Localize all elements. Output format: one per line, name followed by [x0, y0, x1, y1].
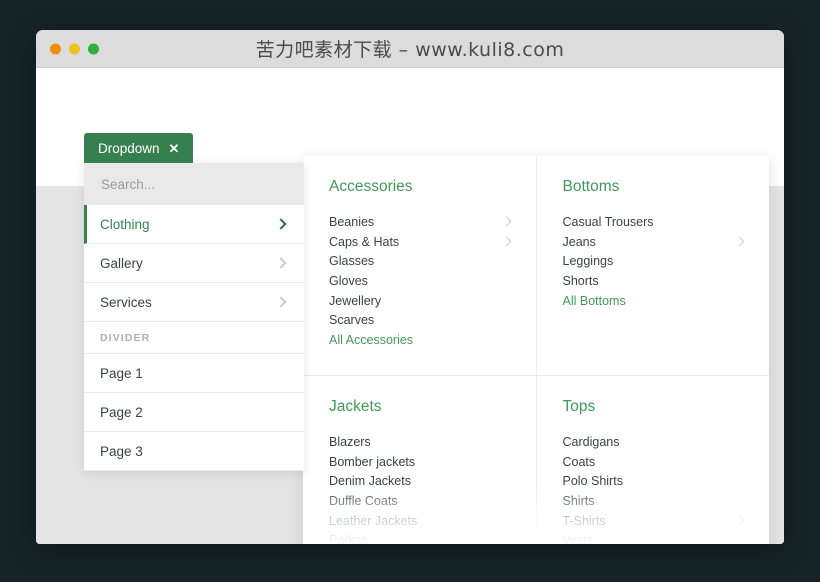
- menu-link-scarves[interactable]: Scarves: [329, 310, 536, 330]
- menu-link-t-shirts[interactable]: T-Shirts: [563, 511, 770, 531]
- menu-link-label: Glasses: [329, 254, 375, 269]
- sidebar-item-clothing[interactable]: Clothing: [84, 205, 304, 244]
- menu-link-vests[interactable]: Vests: [563, 530, 770, 544]
- sidebar-item-label: Services: [100, 294, 152, 310]
- column-heading: Jackets: [329, 398, 382, 415]
- menu-link-label: Jewellery: [329, 293, 382, 308]
- dropdown-tab-label: Dropdown: [98, 140, 160, 156]
- menu-link-label: Duffle Coats: [329, 493, 398, 508]
- sidebar-item-gallery[interactable]: Gallery: [84, 244, 304, 283]
- menu-link-denim-jackets[interactable]: Denim Jackets: [329, 471, 536, 491]
- menu-link-all-bottoms[interactable]: All Bottoms: [563, 291, 770, 311]
- sidebar-item-label: Page 3: [100, 443, 143, 459]
- mega-column-tops: Tops Cardigans Coats Polo Shirts Shirts …: [537, 376, 770, 544]
- menu-link-cardigans[interactable]: Cardigans: [563, 432, 770, 452]
- column-heading: Tops: [562, 398, 596, 415]
- chevron-right-icon: [501, 236, 511, 247]
- menu-link-label: Jeans: [562, 234, 596, 249]
- chevron-right-icon: [734, 236, 745, 247]
- menu-link-coats[interactable]: Coats: [563, 452, 770, 472]
- sidebar-item-label: Page 2: [100, 404, 143, 420]
- menu-link-bomber-jackets[interactable]: Bomber jackets: [329, 452, 536, 472]
- menu-link-all-accessories[interactable]: All Accessories: [329, 330, 536, 350]
- menu-link-label: Blazers: [329, 434, 371, 449]
- menu-link-glasses[interactable]: Glasses: [329, 251, 536, 271]
- window-titlebar: 苦力吧素材下载 – www.kuli8.com: [36, 30, 784, 68]
- menu-link-parkas[interactable]: Parkas: [329, 530, 536, 544]
- menu-link-jeans[interactable]: Jeans: [563, 232, 770, 252]
- menu-link-label: Gloves: [329, 273, 368, 288]
- menu-link-label: All Bottoms: [562, 293, 626, 308]
- mega-menu-row-top: Accessories Beanies Caps & Hats Glasses …: [303, 156, 769, 375]
- menu-link-leggings[interactable]: Leggings: [563, 251, 770, 271]
- menu-link-polo-shirts[interactable]: Polo Shirts: [563, 471, 770, 491]
- sidebar-item-label: Page 1: [100, 365, 143, 381]
- maximize-window-button[interactable]: [88, 43, 99, 54]
- menu-link-label: Parkas: [329, 533, 368, 544]
- sidebar-item-label: Clothing: [100, 216, 150, 232]
- menu-link-leather-jackets[interactable]: Leather Jackets: [329, 511, 536, 531]
- menu-link-label: Leggings: [562, 254, 614, 269]
- menu-link-label: All Accessories: [329, 332, 414, 347]
- menu-link-jewellery[interactable]: Jewellery: [329, 291, 536, 311]
- menu-link-caps-and-hats[interactable]: Caps & Hats: [329, 232, 536, 252]
- mega-menu-panel: Accessories Beanies Caps & Hats Glasses …: [303, 156, 769, 544]
- menu-link-label: Polo Shirts: [562, 474, 623, 489]
- mega-column-accessories: Accessories Beanies Caps & Hats Glasses …: [303, 156, 537, 375]
- window-title: 苦力吧素材下载 – www.kuli8.com: [255, 39, 565, 61]
- menu-link-beanies[interactable]: Beanies: [329, 212, 536, 232]
- menu-link-label: T-Shirts: [562, 513, 606, 528]
- menu-link-gloves[interactable]: Gloves: [329, 271, 536, 291]
- page-viewport: Dropdown ✕ Search... Clothing Gallery Se…: [36, 68, 784, 544]
- menu-link-label: Bomber jackets: [329, 454, 416, 469]
- menu-link-casual-trousers[interactable]: Casual Trousers: [563, 212, 770, 232]
- dropdown-sidebar: Search... Clothing Gallery Services DIVI…: [84, 163, 304, 471]
- sidebar-item-page-2[interactable]: Page 2: [84, 393, 304, 432]
- column-heading: Accessories: [329, 178, 413, 195]
- mega-column-bottoms: Bottoms Casual Trousers Jeans Leggings S…: [537, 156, 770, 375]
- dropdown-tab-button[interactable]: Dropdown ✕: [84, 133, 194, 163]
- sidebar-item-label: Gallery: [100, 255, 143, 271]
- menu-link-duffle-coats[interactable]: Duffle Coats: [329, 491, 536, 511]
- sidebar-item-page-1[interactable]: Page 1: [84, 354, 304, 393]
- minimize-window-button[interactable]: [69, 43, 80, 54]
- chevron-right-icon: [275, 218, 287, 230]
- menu-link-label: Shorts: [562, 273, 599, 288]
- menu-link-label: Denim Jackets: [329, 474, 411, 489]
- chevron-right-icon: [275, 296, 287, 308]
- menu-link-label: Vests: [562, 533, 594, 544]
- menu-link-label: Cardigans: [562, 434, 620, 449]
- traffic-lights: [50, 43, 99, 54]
- browser-window: 苦力吧素材下载 – www.kuli8.com Dropdown ✕ Searc…: [36, 30, 784, 544]
- menu-link-blazers[interactable]: Blazers: [329, 432, 536, 452]
- sidebar-item-page-3[interactable]: Page 3: [84, 432, 304, 471]
- close-window-button[interactable]: [50, 43, 61, 54]
- menu-link-label: Shirts: [562, 493, 595, 508]
- close-icon[interactable]: ✕: [169, 142, 180, 155]
- menu-link-label: Coats: [562, 454, 596, 469]
- menu-link-label: Leather Jackets: [329, 513, 418, 528]
- sidebar-item-services[interactable]: Services: [84, 283, 304, 322]
- mega-column-jackets: Jackets Blazers Bomber jackets Denim Jac…: [303, 376, 537, 544]
- chevron-right-icon: [734, 515, 745, 526]
- menu-link-label: Caps & Hats: [329, 234, 400, 249]
- menu-link-label: Scarves: [329, 313, 375, 328]
- mega-menu-row-bottom: Jackets Blazers Bomber jackets Denim Jac…: [303, 375, 769, 544]
- menu-link-shorts[interactable]: Shorts: [563, 271, 770, 291]
- column-heading: Bottoms: [562, 178, 620, 195]
- chevron-right-icon: [501, 216, 511, 227]
- menu-link-label: Beanies: [329, 214, 375, 229]
- sidebar-divider-label: DIVIDER: [84, 322, 304, 354]
- menu-link-shirts[interactable]: Shirts: [563, 491, 770, 511]
- menu-link-label: Casual Trousers: [562, 214, 654, 229]
- search-input[interactable]: Search...: [84, 163, 304, 205]
- chevron-right-icon: [275, 257, 287, 269]
